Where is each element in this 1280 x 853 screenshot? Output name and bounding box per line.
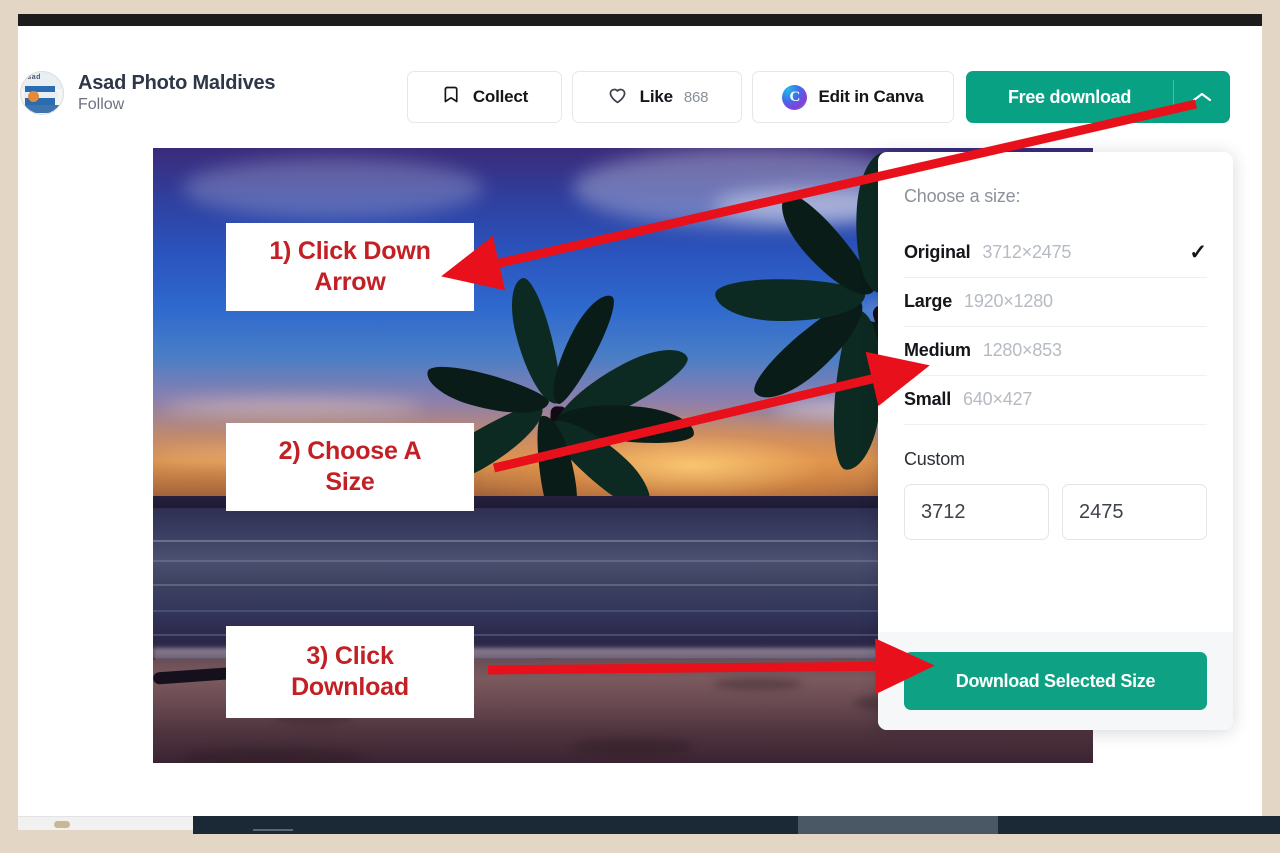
free-download-label: Free download [1007,86,1132,107]
size-option-large[interactable]: Large 1920×1280 [904,278,1207,327]
screenshot-frame: asad Asad Photo Maldives Follow Collect … [0,0,1280,853]
size-option-dimensions: 3712×2475 [982,242,1072,262]
annotation-callout-2: 2) Choose A Size [226,423,474,511]
free-download-dropdown-toggle[interactable] [1174,71,1230,123]
window-top-bar [18,14,1262,26]
photo-cloud [163,398,423,416]
size-option-medium[interactable]: Medium 1280×853 [904,327,1207,376]
choose-a-size-label: Choose a size: [904,186,1021,206]
avatar[interactable]: asad [20,71,64,115]
bookmark-icon [441,84,462,110]
avatar-label: asad [23,74,41,81]
annotation-line-1: 1) Click Down [269,236,431,265]
check-icon: ✓ [1189,241,1207,264]
like-button[interactable]: Like 868 [572,71,742,123]
avatar-base [23,105,59,113]
custom-size-inputs: 3712 2475 [904,484,1207,540]
scrollbar-thumb[interactable] [54,821,70,828]
download-selected-size-button[interactable]: Download Selected Size [904,652,1207,710]
follow-link[interactable]: Follow [78,96,275,114]
download-size-body: Choose a size: Original 3712×2475 ✓ Larg… [878,152,1233,548]
chevron-up-icon [1191,90,1213,104]
canva-icon-letter: C [789,88,801,105]
author-block[interactable]: asad Asad Photo Maldives Follow [20,71,276,115]
edit-in-canva-label: Edit in Canva [818,87,924,106]
photo-cloud [183,158,483,218]
taskbar[interactable] [193,816,1280,834]
download-size-footer: Download Selected Size [878,632,1233,730]
taskbar-active-item[interactable] [798,816,998,834]
size-option-dimensions: 640×427 [963,389,1033,409]
collect-button-label: Collect [472,87,529,106]
size-option-dimensions: 1280×853 [982,340,1062,360]
size-option-small[interactable]: Small 640×427 [904,376,1207,425]
photo-sand-texture [573,738,693,756]
size-option-name: Large [904,291,953,311]
download-selected-size-label: Download Selected Size [955,670,1156,691]
annotation-callout-1: 1) Click Down Arrow [226,223,474,311]
taskbar-item[interactable] [253,829,293,831]
size-option-dimensions: 1920×1280 [964,291,1053,311]
horizontal-scrollbar[interactable] [18,816,193,830]
custom-height-input[interactable]: 2475 [1062,484,1207,540]
size-option-original[interactable]: Original 3712×2475 ✓ [904,229,1207,278]
edit-in-canva-button[interactable]: C Edit in Canva [752,71,954,123]
custom-size-label: Custom [904,449,965,469]
size-option-name: Medium [904,340,971,360]
heart-icon [606,83,629,111]
like-button-label: Like [639,87,673,106]
author-text: Asad Photo Maldives Follow [78,72,276,114]
canva-icon: C [782,84,808,110]
annotation-line-1: 3) Click [306,641,394,670]
collect-button[interactable]: Collect [407,71,562,123]
photo-sand-texture [713,678,803,690]
annotation-line-2: Arrow [314,268,386,296]
photo-action-header: asad Asad Photo Maldives Follow Collect … [18,26,1262,144]
size-option-name: Small [904,389,952,409]
annotation-line-2: Size [325,468,375,496]
author-name: Asad Photo Maldives [78,72,276,94]
free-download-button[interactable]: Free download [966,71,1173,123]
free-download-split-button[interactable]: Free download [966,71,1230,123]
browser-window: asad Asad Photo Maldives Follow Collect … [18,14,1262,816]
like-count: 868 [683,88,709,106]
download-size-dropdown[interactable]: Choose a size: Original 3712×2475 ✓ Larg… [878,152,1233,730]
size-option-name: Original [904,242,971,262]
photo-sand-texture [183,748,363,763]
annotation-line-2: Download [291,673,409,701]
custom-width-input[interactable]: 3712 [904,484,1049,540]
annotation-callout-3: 3) Click Download [226,626,474,718]
avatar-sun [28,91,39,102]
annotation-line-1: 2) Choose A [278,436,422,465]
page-surface: asad Asad Photo Maldives Follow Collect … [18,26,1262,816]
